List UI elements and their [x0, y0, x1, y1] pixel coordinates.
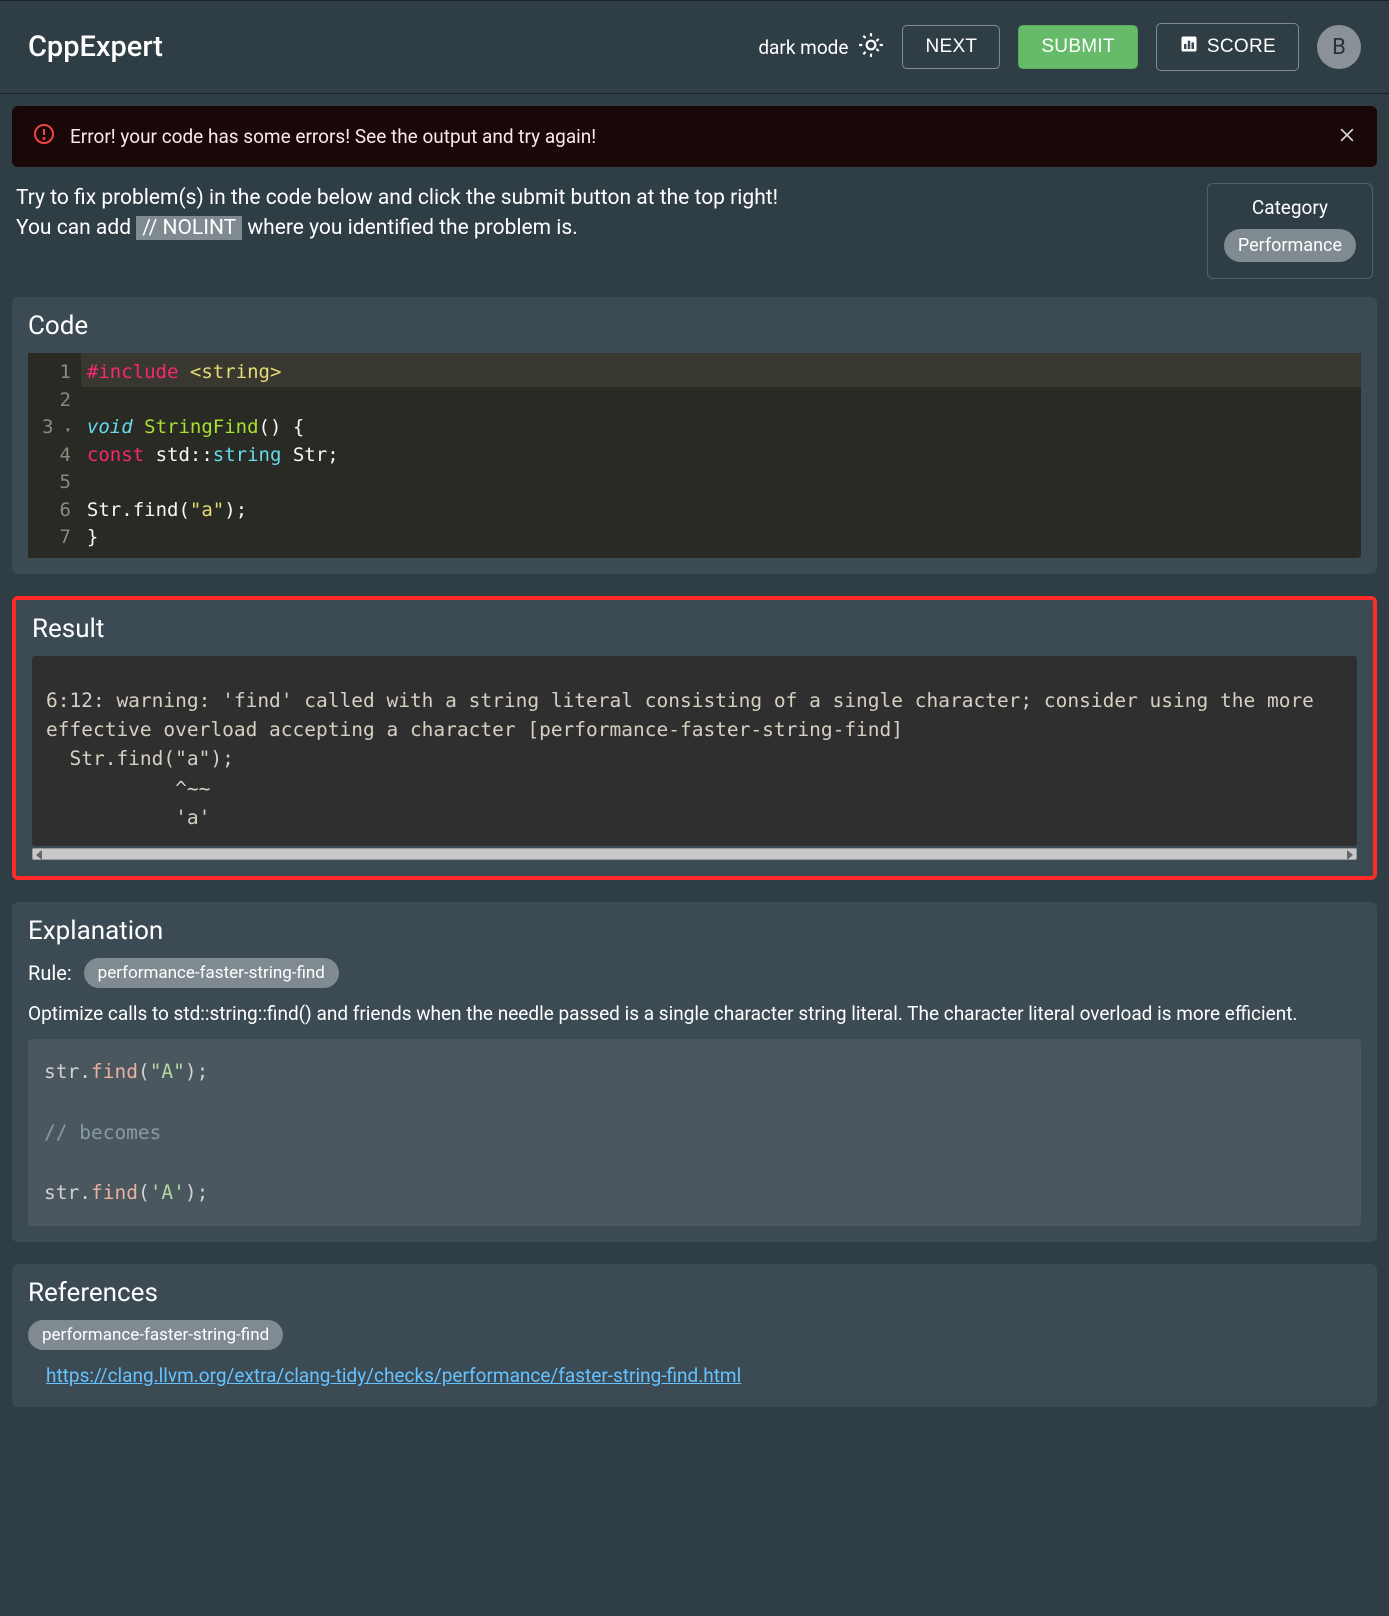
intro-line2-pre: You can add — [16, 216, 136, 240]
error-alert-text: Error! your code has some errors! See th… — [70, 125, 1323, 148]
explanation-panel-title: Explanation — [28, 916, 1361, 946]
code-panel-title: Code — [28, 311, 1361, 341]
explanation-panel: Explanation Rule: performance-faster-str… — [12, 902, 1377, 1242]
avatar[interactable]: B — [1317, 25, 1361, 69]
result-panel-title: Result — [32, 614, 1357, 644]
content: Error! your code has some errors! See th… — [0, 94, 1389, 1441]
rule-label: Rule: — [28, 961, 72, 985]
result-panel: Result 6:12: warning: 'find' called with… — [12, 596, 1377, 880]
example-code: str.find("A"); // becomes str.find('A'); — [28, 1039, 1361, 1226]
next-button[interactable]: NEXT — [902, 25, 1000, 69]
rule-chip[interactable]: performance-faster-string-find — [84, 958, 339, 988]
references-panel-title: References — [28, 1278, 1361, 1308]
dark-mode-toggle[interactable]: dark mode — [758, 32, 884, 63]
reference-link[interactable]: https://clang.llvm.org/extra/clang-tidy/… — [46, 1364, 741, 1387]
intro-line2-post: where you identified the problem is. — [242, 216, 578, 240]
close-icon[interactable] — [1337, 125, 1357, 149]
category-box: Category Performance — [1207, 183, 1373, 279]
header-actions: dark mode NEXT SUBMIT SCORE B — [758, 23, 1361, 71]
editor-gutter: 123 ▾4567 — [28, 353, 81, 558]
references-panel: References performance-faster-string-fin… — [12, 1264, 1377, 1407]
reference-chip[interactable]: performance-faster-string-find — [28, 1320, 283, 1350]
intro-line1: Try to fix problem(s) in the code below … — [16, 186, 778, 210]
editor-lines[interactable]: #include <string> void StringFind() { co… — [81, 353, 1361, 558]
intro-row: Try to fix problem(s) in the code below … — [12, 183, 1377, 279]
submit-button[interactable]: SUBMIT — [1018, 25, 1138, 69]
code-panel: Code 123 ▾4567 #include <string> void St… — [12, 297, 1377, 574]
avatar-initial: B — [1332, 35, 1346, 60]
nolint-tag: // NOLINT — [136, 216, 242, 240]
horizontal-scrollbar[interactable] — [32, 848, 1357, 860]
bar-chart-icon — [1179, 34, 1199, 60]
error-circle-icon — [32, 122, 56, 151]
app-header: CppExpert dark mode NEXT SUBMIT SCORE B — [0, 0, 1389, 94]
score-button[interactable]: SCORE — [1156, 23, 1299, 71]
category-label: Category — [1224, 196, 1356, 219]
code-editor[interactable]: 123 ▾4567 #include <string> void StringF… — [28, 353, 1361, 558]
dark-mode-label: dark mode — [758, 36, 848, 59]
rule-row: Rule: performance-faster-string-find — [28, 958, 1361, 988]
category-chip[interactable]: Performance — [1224, 229, 1356, 262]
result-output: 6:12: warning: 'find' called with a stri… — [32, 656, 1357, 846]
app-title: CppExpert — [28, 30, 163, 64]
explanation-text: Optimize calls to std::string::find() an… — [28, 1002, 1361, 1025]
brightness-icon — [858, 32, 884, 63]
error-alert: Error! your code has some errors! See th… — [12, 106, 1377, 167]
intro-text: Try to fix problem(s) in the code below … — [16, 183, 1187, 244]
